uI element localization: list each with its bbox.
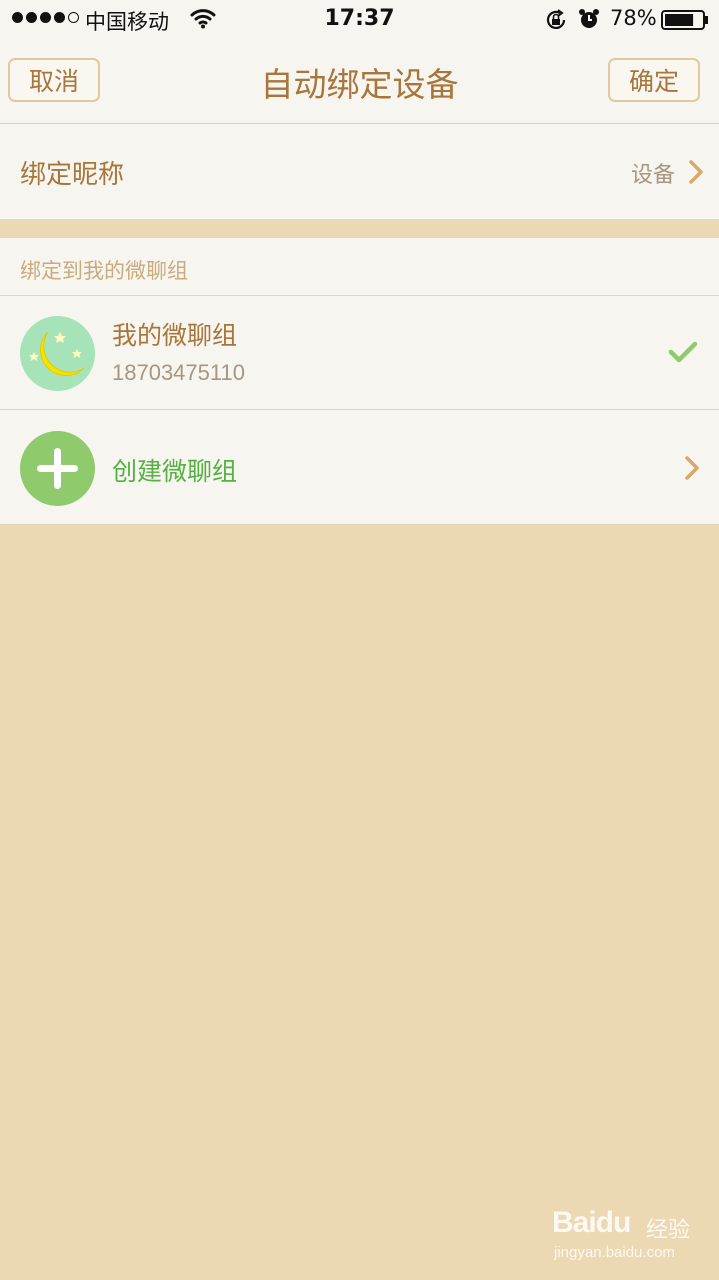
battery-icon	[661, 10, 708, 30]
watermark-suffix: 经验	[646, 1217, 691, 1242]
create-group-label: 创建微聊组	[112, 458, 238, 486]
watermark-logo: Baidu	[552, 1206, 631, 1239]
group-number: 18703475110	[112, 360, 245, 385]
plus-icon	[20, 431, 95, 506]
battery-percent: 78%	[610, 6, 657, 30]
check-icon	[668, 341, 698, 363]
section-header-label: 绑定到我的微聊组	[20, 260, 188, 283]
nickname-label: 绑定昵称	[20, 159, 125, 189]
create-group-row[interactable]: 创建微聊组	[0, 410, 719, 525]
moon-stars-icon	[29, 331, 85, 376]
alarm-icon	[579, 9, 599, 28]
group-avatar	[20, 316, 95, 391]
section-header: 绑定到我的微聊组	[0, 238, 719, 296]
chevron-right-icon	[685, 456, 699, 480]
confirm-button[interactable]: 确定	[608, 58, 700, 102]
orientation-lock-icon	[546, 9, 566, 29]
nickname-row[interactable]: 绑定昵称 设备	[0, 124, 719, 219]
chevron-right-icon	[689, 160, 703, 184]
group-row[interactable]: 我的微聊组 18703475110	[0, 296, 719, 410]
nickname-value: 设备	[630, 162, 675, 187]
baidu-jingyan-watermark: Baidu 经验 jingyan.baidu.com	[552, 1200, 702, 1270]
group-name: 我的微聊组	[112, 322, 238, 350]
status-bar: 中国移动 17:37 78%	[0, 0, 719, 40]
watermark-url: jingyan.baidu.com	[554, 1244, 675, 1261]
nav-bar: 取消 自动绑定设备 确定	[0, 40, 719, 124]
